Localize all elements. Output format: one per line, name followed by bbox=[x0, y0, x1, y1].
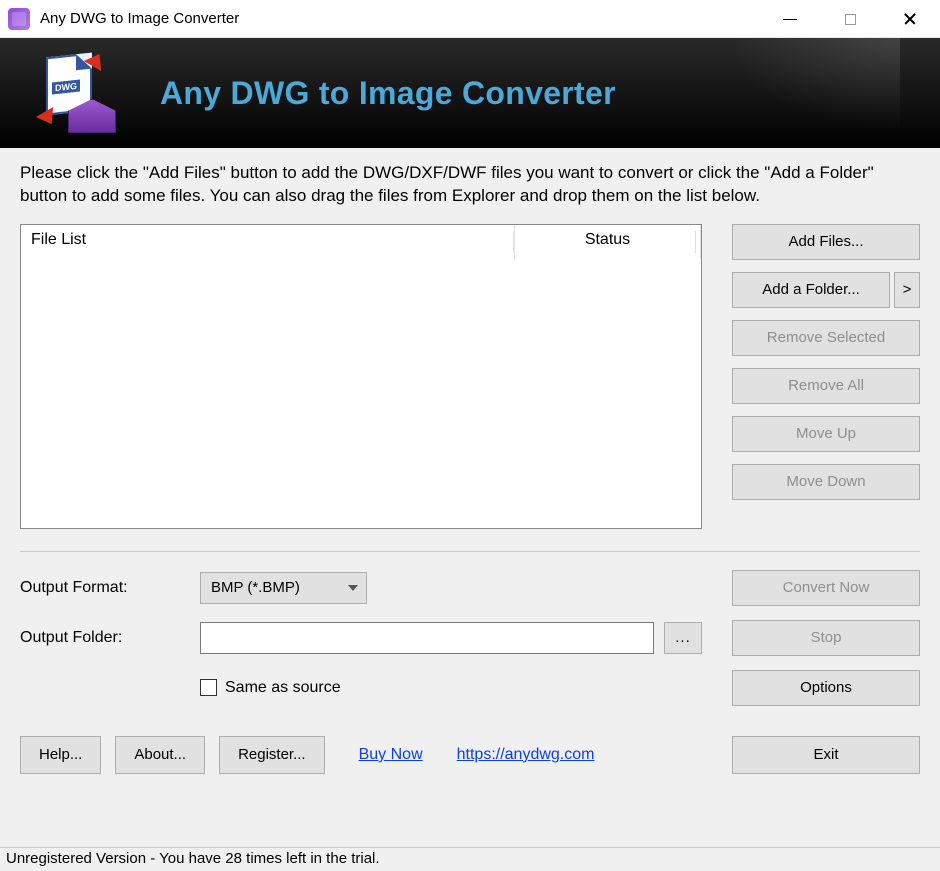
move-up-button[interactable]: Move Up bbox=[732, 416, 920, 452]
add-folder-button[interactable]: Add a Folder... bbox=[732, 272, 890, 308]
about-button[interactable]: About... bbox=[115, 736, 205, 774]
add-files-button[interactable]: Add Files... bbox=[732, 224, 920, 260]
output-folder-input[interactable] bbox=[200, 622, 654, 654]
site-link[interactable]: https://anydwg.com bbox=[457, 746, 595, 764]
output-format-combo[interactable]: BMP (*.BMP) bbox=[200, 572, 367, 604]
side-buttons: Add Files... Add a Folder... > Remove Se… bbox=[732, 224, 920, 529]
file-list-column-file[interactable]: File List bbox=[21, 225, 515, 259]
exit-button[interactable]: Exit bbox=[732, 736, 920, 774]
titlebar: Any DWG to Image Converter bbox=[0, 0, 940, 38]
window-title: Any DWG to Image Converter bbox=[40, 10, 239, 27]
move-down-button[interactable]: Move Down bbox=[732, 464, 920, 500]
minimize-button[interactable] bbox=[760, 0, 820, 38]
maximize-button[interactable] bbox=[820, 0, 880, 38]
banner-title: Any DWG to Image Converter bbox=[160, 75, 616, 112]
remove-all-button[interactable]: Remove All bbox=[732, 368, 920, 404]
remove-selected-button[interactable]: Remove Selected bbox=[732, 320, 920, 356]
output-format-label: Output Format: bbox=[20, 579, 170, 597]
convert-now-button[interactable]: Convert Now bbox=[732, 570, 920, 606]
file-list-column-status[interactable]: Status bbox=[515, 225, 701, 259]
browse-folder-button[interactable]: ... bbox=[664, 622, 702, 654]
chevron-down-icon bbox=[348, 585, 358, 591]
help-button[interactable]: Help... bbox=[20, 736, 101, 774]
buy-now-link[interactable]: Buy Now bbox=[359, 746, 423, 764]
statusbar: Unregistered Version - You have 28 times… bbox=[0, 847, 940, 871]
same-as-source-label: Same as source bbox=[225, 679, 341, 697]
client-area: Please click the "Add Files" button to a… bbox=[0, 148, 940, 847]
add-folder-dropdown-button[interactable]: > bbox=[894, 272, 920, 308]
file-list-header: File List Status bbox=[21, 225, 701, 259]
divider bbox=[20, 551, 920, 552]
close-button[interactable] bbox=[880, 0, 940, 38]
same-as-source-checkbox[interactable] bbox=[200, 679, 217, 696]
app-icon bbox=[8, 8, 30, 30]
window-controls bbox=[760, 0, 940, 38]
instructions-text: Please click the "Add Files" button to a… bbox=[20, 162, 920, 208]
output-format-value: BMP (*.BMP) bbox=[211, 579, 300, 596]
banner: DWG Any DWG to Image Converter bbox=[0, 38, 940, 148]
register-button[interactable]: Register... bbox=[219, 736, 325, 774]
stop-button[interactable]: Stop bbox=[732, 620, 920, 656]
options-button[interactable]: Options bbox=[732, 670, 920, 706]
output-folder-label: Output Folder: bbox=[20, 629, 170, 647]
file-list[interactable]: File List Status bbox=[20, 224, 702, 529]
banner-logo-icon: DWG bbox=[40, 53, 120, 133]
